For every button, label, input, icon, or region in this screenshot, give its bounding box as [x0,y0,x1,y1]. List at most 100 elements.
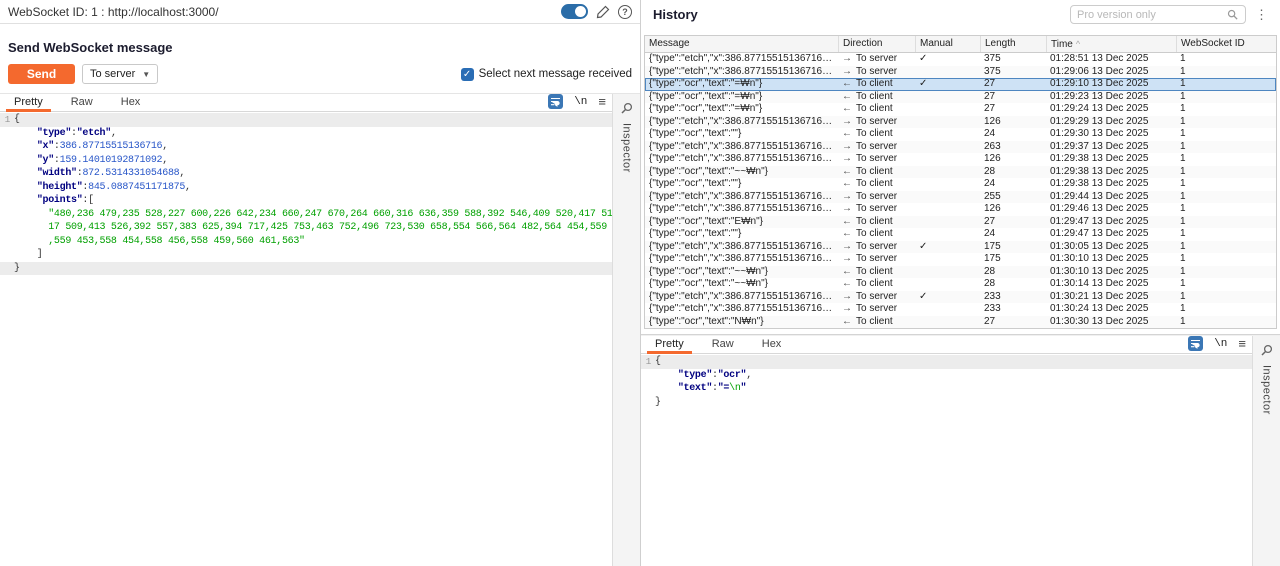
target-select[interactable]: To server ▼ [82,64,158,84]
history-row[interactable]: {"type":"ocr","text":"~~₩n"}←To client28… [645,278,1276,291]
message-cell: {"type":"etch","x":386.87715515136716,"y… [645,241,838,254]
history-table-header[interactable]: MessageDirectionManualLengthTime^WebSock… [645,36,1276,53]
length-cell: 233 [980,303,1046,316]
history-row[interactable]: {"type":"etch","x":386.87715515136716,"y… [645,291,1276,304]
history-row[interactable]: {"type":"etch","x":386.87715515136716,"y… [645,53,1276,66]
manual-cell [915,141,980,154]
history-row[interactable]: {"type":"etch","x":386.87715515136716,"y… [645,303,1276,316]
history-row[interactable]: {"type":"etch","x":386.87715515136716,"y… [645,141,1276,154]
column-header[interactable]: Length [980,36,1046,52]
received-message-panel: Pretty Raw Hex \n ≡ 1{ "type":"ocr", "te… [641,335,1280,566]
websocket-id-cell: 1 [1176,128,1276,141]
column-header[interactable]: Direction [838,36,915,52]
message-cell: {"type":"etch","x":386.87715515136716,"y… [645,153,838,166]
send-button[interactable]: Send [8,64,75,84]
length-cell: 24 [980,178,1046,191]
menu-icon-received[interactable]: ≡ [1238,339,1246,349]
tab-pretty[interactable]: Pretty [0,94,57,111]
tab-pretty-received[interactable]: Pretty [641,336,698,353]
word-wrap-icon-received[interactable] [1188,336,1203,351]
history-row[interactable]: {"type":"ocr","text":""}←To client2401:2… [645,128,1276,141]
direction-cell: ←To client [838,216,915,229]
search-icon[interactable] [1227,9,1239,21]
column-header[interactable]: WebSocket ID [1176,36,1276,52]
direction-cell: →To server [838,241,915,254]
direction-cell: ←To client [838,78,915,91]
direction-cell: ←To client [838,316,915,329]
inspector-icon-right [1260,344,1273,357]
send-panel: WebSocket ID: 1 : http://localhost:3000/… [0,0,641,566]
direction-cell: →To server [838,191,915,204]
menu-icon[interactable]: ≡ [598,97,606,107]
tab-hex[interactable]: Hex [107,94,155,111]
code-line: ] [0,248,612,262]
history-row[interactable]: {"type":"etch","x":386.87715515136716,"y… [645,66,1276,79]
history-row[interactable]: {"type":"ocr","text":""}←To client2401:2… [645,178,1276,191]
word-wrap-icon[interactable] [548,94,563,109]
websocket-id-cell: 1 [1176,91,1276,104]
time-cell: 01:29:47 13 Dec 2025 [1046,228,1176,241]
manual-cell [915,91,980,104]
history-row[interactable]: {"type":"etch","x":386.87715515136716,"y… [645,191,1276,204]
message-cell: {"type":"etch","x":386.87715515136716,"y… [645,116,838,129]
history-row[interactable]: {"type":"ocr","text":"=₩n"}←To client270… [645,103,1276,116]
select-next-message-checkbox[interactable]: ✓ [461,68,474,81]
message-cell: {"type":"etch","x":386.87715515136716,"y… [645,191,838,204]
send-section-title: Send WebSocket message [8,40,632,55]
sort-asc-icon: ^ [1076,39,1080,49]
history-row[interactable]: {"type":"etch","x":386.87715515136716,"y… [645,253,1276,266]
tab-raw[interactable]: Raw [57,94,107,111]
connection-toggle[interactable] [561,4,588,19]
inspector-tab-left[interactable]: Inspector [612,94,640,566]
websocket-id-cell: 1 [1176,78,1276,91]
overflow-menu-icon[interactable]: ⋮ [1251,7,1272,23]
history-row[interactable]: {"type":"ocr","text":"=₩n"}←To client270… [645,91,1276,104]
newline-icon[interactable]: \n [574,96,587,108]
help-icon[interactable]: ? [618,5,632,19]
arrow-left-icon: ← [842,216,852,227]
column-header[interactable]: Manual [915,36,980,52]
arrow-left-icon: ← [842,228,852,239]
inspector-tab-right[interactable]: Inspector [1252,336,1280,566]
history-row[interactable]: {"type":"ocr","text":"N₩n"}←To client270… [645,316,1276,329]
history-row[interactable]: {"type":"etch","x":386.87715515136716,"y… [645,116,1276,129]
history-row[interactable]: {"type":"ocr","text":""}←To client2401:2… [645,228,1276,241]
time-cell: 01:29:38 13 Dec 2025 [1046,153,1176,166]
history-row[interactable]: {"type":"etch","x":386.87715515136716,"y… [645,153,1276,166]
message-cell: {"type":"ocr","text":""} [645,228,838,241]
newline-icon-received[interactable]: \n [1214,338,1227,350]
arrow-right-icon: → [842,191,852,202]
line-number: 1 [0,113,14,127]
history-row[interactable]: {"type":"ocr","text":"~~₩n"}←To client28… [645,166,1276,179]
history-row[interactable]: {"type":"ocr","text":"=₩n"}←To client✓27… [645,78,1276,91]
code-line: 1{ [641,355,1252,369]
column-header[interactable]: Message [645,36,838,52]
manual-cell [915,216,980,229]
history-row[interactable]: {"type":"ocr","text":"E₩n"}←To client270… [645,216,1276,229]
received-message-editor[interactable]: 1{ "type":"ocr", "text":"=\n"} [641,354,1252,566]
direction-cell: →To server [838,203,915,216]
history-row[interactable]: {"type":"etch","x":386.87715515136716,"y… [645,203,1276,216]
send-message-editor[interactable]: 1{ "type":"etch", "x":386.87715515136716… [0,112,612,566]
history-row[interactable]: {"type":"ocr","text":"~~₩n"}←To client28… [645,266,1276,279]
inspector-label-right: Inspector [1261,365,1273,415]
history-search-input[interactable] [1077,9,1223,21]
connection-bar: WebSocket ID: 1 : http://localhost:3000/… [0,0,640,24]
edit-icon[interactable] [596,5,610,19]
arrow-left-icon: ← [842,91,852,102]
history-title: History [653,7,1070,22]
message-cell: {"type":"etch","x":386.87715515136716,"y… [645,303,838,316]
column-header[interactable]: Time^ [1046,36,1176,52]
tab-raw-received[interactable]: Raw [698,336,748,353]
arrow-right-icon: → [842,141,852,152]
history-row[interactable]: {"type":"etch","x":386.87715515136716,"y… [645,241,1276,254]
arrow-right-icon: → [842,203,852,214]
line-number [0,262,14,276]
arrow-left-icon: ← [842,178,852,189]
tab-hex-received[interactable]: Hex [748,336,796,353]
length-cell: 27 [980,78,1046,91]
length-cell: 126 [980,116,1046,129]
manual-cell [915,316,980,329]
connection-label: WebSocket ID: 1 : http://localhost:3000/ [8,5,561,19]
manual-cell [915,303,980,316]
